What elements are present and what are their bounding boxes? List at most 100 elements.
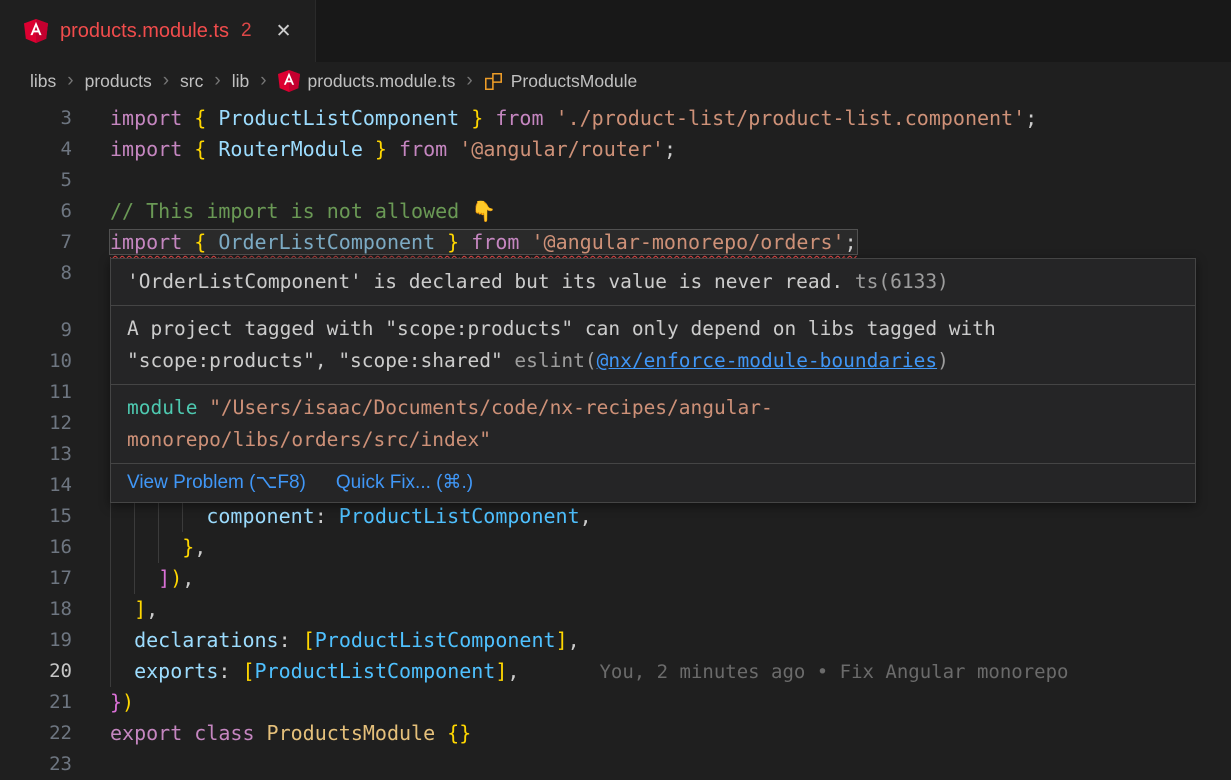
module-keyword: module bbox=[127, 396, 209, 419]
code-token: ) bbox=[122, 690, 134, 714]
line-number: 6 bbox=[0, 196, 110, 227]
code-line-20[interactable]: 20 exports: [ProductListComponent],You, … bbox=[0, 656, 1231, 687]
error-hover-popup: 'OrderListComponent' is declared but its… bbox=[110, 258, 1196, 503]
line-number: 10 bbox=[0, 346, 110, 377]
code-token bbox=[110, 659, 134, 683]
code-line-18[interactable]: 18 ], bbox=[0, 594, 1231, 625]
code-line-15[interactable]: 15 component: ProductListComponent, bbox=[0, 501, 1231, 532]
git-blame-annotation: You, 2 minutes ago • Fix Angular monorep… bbox=[599, 661, 1068, 683]
tab-products-module[interactable]: products.module.ts 2 ✕ bbox=[0, 0, 316, 62]
breadcrumb-label: src bbox=[180, 71, 203, 92]
breadcrumb-separator: › bbox=[214, 70, 220, 92]
tab-bar: products.module.ts 2 ✕ bbox=[0, 0, 1231, 62]
code-token: { bbox=[194, 106, 218, 130]
eslint-message-line-1: A project tagged with "scope:products" c… bbox=[127, 313, 1179, 345]
code-token: { bbox=[194, 137, 218, 161]
indent-guide bbox=[110, 532, 111, 563]
breadcrumb-label: ProductsModule bbox=[511, 71, 637, 92]
breadcrumb-label: products.module.ts bbox=[308, 71, 456, 92]
eslint-source-close: ) bbox=[937, 349, 949, 372]
code-token bbox=[110, 535, 182, 559]
tab-close-icon[interactable]: ✕ bbox=[270, 18, 298, 45]
line-number: 7 bbox=[0, 227, 110, 258]
indent-guide bbox=[158, 532, 159, 563]
breadcrumb-item-lib[interactable]: lib bbox=[232, 71, 250, 92]
code-token: } bbox=[459, 106, 483, 130]
hover-action-bar: View Problem (⌥F8) Quick Fix... (⌘.) bbox=[111, 464, 1195, 502]
code-line-7[interactable]: 7import { OrderListComponent } from '@an… bbox=[0, 227, 1231, 258]
code-token: ] bbox=[158, 566, 170, 590]
code-token: export bbox=[110, 721, 194, 745]
line-number: 22 bbox=[0, 718, 110, 749]
line-content: import { RouterModule } from '@angular/r… bbox=[110, 134, 1231, 165]
code-token: } bbox=[363, 137, 387, 161]
hover-module-info: module "/Users/isaac/Documents/code/nx-r… bbox=[111, 385, 1195, 464]
line-content bbox=[110, 749, 1231, 780]
breadcrumb-item-products-module-ts[interactable]: products.module.ts bbox=[278, 70, 456, 92]
breadcrumb-separator: › bbox=[260, 70, 266, 92]
line-content: declarations: [ProductListComponent], bbox=[110, 625, 1231, 656]
breadcrumb-separator: › bbox=[466, 70, 472, 92]
hover-eslint-error: A project tagged with "scope:products" c… bbox=[111, 306, 1195, 385]
code-line-23[interactable]: 23 bbox=[0, 749, 1231, 780]
code-line-3[interactable]: 3import { ProductListComponent } from '.… bbox=[0, 103, 1231, 134]
indent-guide bbox=[110, 563, 111, 594]
code-token: ] bbox=[495, 659, 507, 683]
angular-file-icon bbox=[278, 70, 300, 92]
class-symbol-icon bbox=[484, 72, 503, 91]
code-token: from bbox=[483, 106, 555, 130]
code-token: ProductListComponent bbox=[255, 659, 496, 683]
breadcrumb-item-src[interactable]: src bbox=[180, 71, 203, 92]
indent-guide bbox=[182, 501, 183, 532]
code-line-6[interactable]: 6// This import is not allowed 👇 bbox=[0, 196, 1231, 227]
code-line-17[interactable]: 17 ]), bbox=[0, 563, 1231, 594]
code-token: // This import is not allowed 👇 bbox=[110, 199, 496, 223]
line-number: 5 bbox=[0, 165, 110, 196]
breadcrumb-item-products[interactable]: products bbox=[85, 71, 152, 92]
eslint-source-open: eslint( bbox=[514, 349, 596, 372]
breadcrumb-item-libs[interactable]: libs bbox=[30, 71, 56, 92]
module-info-line-2: monorepo/libs/orders/src/index" bbox=[127, 424, 1179, 456]
code-token: ProductsModule bbox=[267, 721, 448, 745]
code-line-16[interactable]: 16 }, bbox=[0, 532, 1231, 563]
code-token: ] bbox=[556, 628, 568, 652]
code-token: , bbox=[182, 566, 194, 590]
line-number: 23 bbox=[0, 749, 110, 780]
breadcrumb-separator: › bbox=[163, 70, 169, 92]
quick-fix-action[interactable]: Quick Fix... (⌘.) bbox=[336, 470, 473, 496]
line-content: }) bbox=[110, 687, 1231, 718]
breadcrumb: libs › products › src › lib › products.module.t… bbox=[0, 62, 1231, 100]
code-token: component bbox=[206, 504, 314, 528]
code-token: import bbox=[110, 137, 194, 161]
view-problem-action[interactable]: View Problem (⌥F8) bbox=[127, 470, 306, 496]
code-token: ; bbox=[664, 137, 676, 161]
editor[interactable]: 3import { ProductListComponent } from '.… bbox=[0, 100, 1231, 780]
code-line-4[interactable]: 4import { RouterModule } from '@angular/… bbox=[0, 134, 1231, 165]
code-token: ProductListComponent bbox=[315, 628, 556, 652]
breadcrumb-separator: › bbox=[67, 70, 73, 92]
code-token: declarations bbox=[134, 628, 279, 652]
code-token: , bbox=[146, 597, 158, 621]
eslint-message-line-2: "scope:products", "scope:shared" eslint(… bbox=[127, 345, 1179, 377]
code-token: ) bbox=[170, 566, 182, 590]
code-token: : bbox=[218, 659, 242, 683]
eslint-rule-link[interactable]: @nx/enforce-module-boundaries bbox=[597, 349, 937, 372]
breadcrumb-label: lib bbox=[232, 71, 250, 92]
line-number: 12 bbox=[0, 408, 110, 439]
line-number: 8 bbox=[0, 258, 110, 289]
code-token: } bbox=[110, 690, 122, 714]
code-line-19[interactable]: 19 declarations: [ProductListComponent], bbox=[0, 625, 1231, 656]
code-token: ; bbox=[845, 230, 857, 254]
code-token: : bbox=[315, 504, 339, 528]
code-token: [ bbox=[303, 628, 315, 652]
breadcrumb-item-productsmodule[interactable]: ProductsModule bbox=[484, 71, 637, 92]
line-number: 14 bbox=[0, 470, 110, 501]
line-number: 15 bbox=[0, 501, 110, 532]
code-line-5[interactable]: 5 bbox=[0, 165, 1231, 196]
line-content: exports: [ProductListComponent],You, 2 m… bbox=[110, 656, 1231, 687]
code-line-21[interactable]: 21}) bbox=[0, 687, 1231, 718]
code-token: [ bbox=[242, 659, 254, 683]
line-number: 18 bbox=[0, 594, 110, 625]
code-line-22[interactable]: 22export class ProductsModule {} bbox=[0, 718, 1231, 749]
line-number: 9 bbox=[0, 315, 110, 346]
